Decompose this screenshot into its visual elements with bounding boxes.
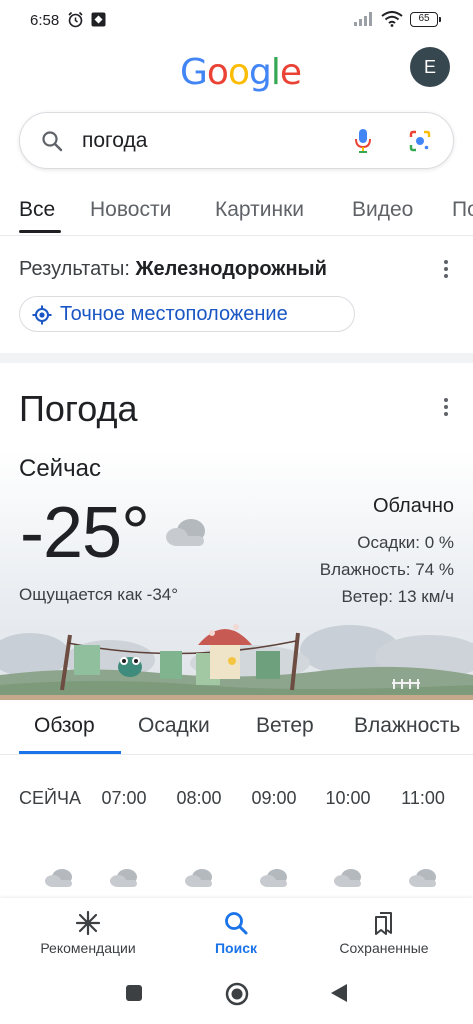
tab-wind[interactable]: Ветер (256, 714, 314, 738)
weather-condition: Облачно (372, 495, 454, 517)
hour-label: 11:00 (401, 788, 445, 808)
hour-label: 07:00 (101, 788, 147, 808)
tab-more[interactable]: По (452, 198, 473, 222)
precipitation: Осадки: 0 % (357, 533, 454, 552)
cloud-icon (259, 868, 289, 893)
logo-letter: o (206, 52, 229, 93)
hour-label: 10:00 (325, 788, 371, 808)
humidity: Влажность: 74 % (319, 560, 454, 579)
search-tabs: Все Новости Картинки Видео По (0, 196, 473, 236)
cloud-icon (333, 868, 363, 893)
recents-button[interactable] (125, 984, 143, 1007)
section-separator (0, 353, 473, 363)
search-icon (223, 910, 249, 941)
hour-label: 09:00 (251, 788, 297, 808)
nav-search[interactable]: Поиск (157, 898, 315, 962)
hourly-times: СЕЙЧАС 07:00 08:00 09:00 10:00 11:00 (0, 788, 473, 814)
tab-news[interactable]: Новости (90, 198, 171, 222)
hour-label: 08:00 (176, 788, 222, 808)
nav-saved[interactable]: Сохраненные (305, 898, 463, 962)
battery-icon: 65 (410, 12, 441, 27)
logo-letter: l (270, 52, 281, 93)
tab-videos[interactable]: Видео (352, 198, 413, 222)
nav-label: Поиск (214, 940, 257, 956)
tab-images[interactable]: Картинки (215, 198, 304, 222)
results-location: Результаты: Железнодорожный (19, 258, 327, 281)
home-button[interactable] (225, 982, 249, 1011)
wind: Ветер: 13 км/ч (341, 587, 454, 606)
logo-letter: g (248, 52, 272, 93)
divider (0, 235, 473, 236)
weather-illustration (0, 624, 473, 700)
tab-overview[interactable]: Обзор (34, 714, 95, 738)
search-bar[interactable]: погода (19, 112, 454, 169)
back-button[interactable] (330, 983, 348, 1008)
logo-letter: o (227, 52, 250, 93)
location-target-icon (32, 305, 52, 330)
google-logo[interactable]: Google (180, 52, 302, 93)
bookmarks-icon (371, 910, 397, 941)
search-input[interactable]: погода (82, 129, 147, 153)
feels-like: Ощущается как -34° (19, 585, 179, 604)
divider (0, 754, 473, 755)
system-navigation-bar (0, 962, 473, 1024)
status-time: 6:58 (30, 12, 60, 29)
nav-label: Рекомендации (40, 940, 136, 956)
tab-all[interactable]: Все (19, 198, 55, 222)
account-avatar[interactable]: E (410, 47, 450, 87)
nav-label: Сохраненные (339, 940, 429, 956)
bottom-navigation: Рекомендации Поиск Сохраненные (0, 898, 473, 962)
signal-icon (354, 12, 374, 31)
results-location-name: Железнодорожный (135, 258, 327, 280)
status-bar: 6:58 65 (0, 0, 473, 40)
app-notification-icon (90, 11, 107, 33)
forecast-tabs: Обзор Осадки Ветер Влажность (0, 708, 473, 756)
weather-more-options-icon[interactable] (443, 398, 449, 419)
weather-title: Погода (19, 388, 138, 429)
logo-letter: G (180, 52, 208, 93)
alarm-icon (67, 11, 84, 33)
results-prefix: Результаты: (19, 258, 136, 280)
wifi-icon (381, 11, 403, 32)
more-options-icon[interactable] (443, 260, 449, 281)
hourly-icons (0, 868, 473, 894)
cloud-icon (164, 516, 208, 553)
cloud-icon (184, 868, 214, 893)
precise-location-label: Точное местоположение (60, 303, 288, 325)
logo-letter: e (279, 52, 302, 93)
weather-now-label: Сейчас (19, 455, 101, 482)
cloud-icon (109, 868, 139, 893)
asterisk-icon (75, 910, 101, 941)
cloud-icon (408, 868, 438, 893)
hour-label: СЕЙЧАС (19, 788, 81, 808)
current-temperature: -25° (20, 493, 150, 573)
cloud-icon (44, 868, 74, 893)
precise-location-chip[interactable]: Точное местоположение (19, 296, 355, 332)
search-icon (41, 130, 63, 157)
nav-recommendations[interactable]: Рекомендации (9, 898, 167, 962)
microphone-icon[interactable] (354, 128, 372, 159)
google-lens-icon[interactable] (408, 129, 432, 158)
active-tab-indicator (19, 230, 61, 233)
tab-precipitation[interactable]: Осадки (138, 714, 210, 738)
tab-humidity[interactable]: Влажность (354, 714, 460, 738)
